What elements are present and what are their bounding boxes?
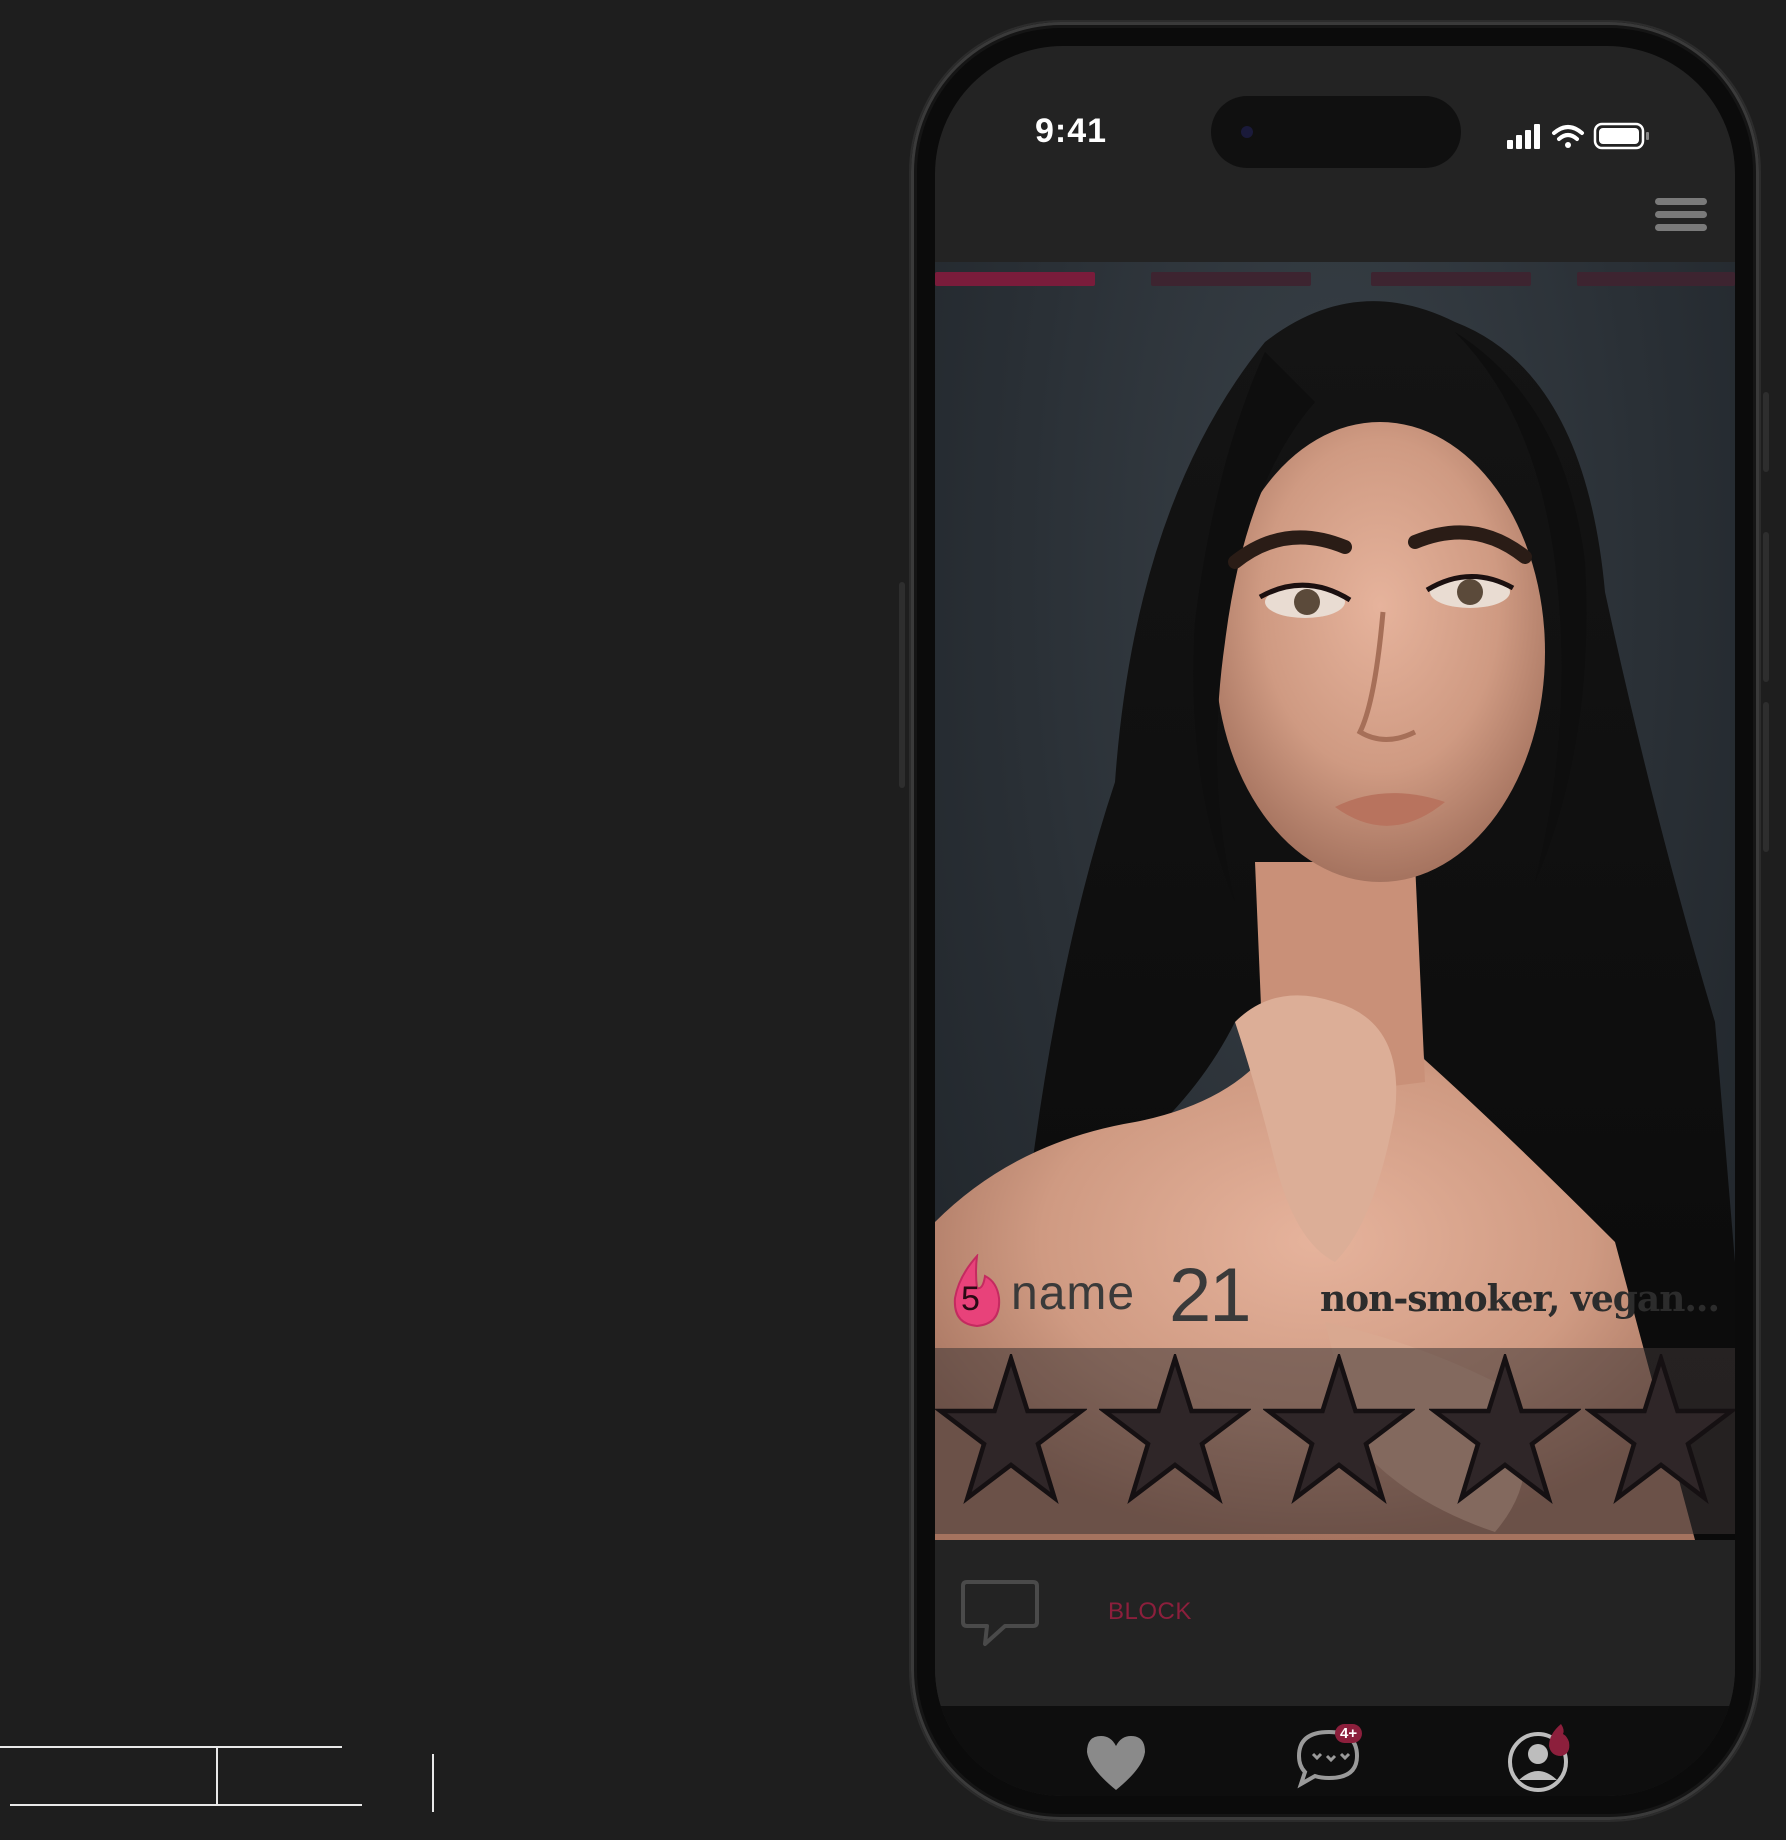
profile-actions: BLOCK xyxy=(935,1542,1735,1704)
star-icon[interactable] xyxy=(1099,1354,1251,1504)
flame-count: 5 xyxy=(961,1280,980,1318)
decorative-line xyxy=(0,1746,342,1748)
flame-icon xyxy=(1549,1724,1570,1756)
profile-photo[interactable]: 5 name 21 non-smoker, vegan... xyxy=(935,262,1735,1540)
status-time: 9:41 xyxy=(1035,112,1108,150)
photo-pager-indicator-active[interactable] xyxy=(935,272,1095,286)
profile-icon xyxy=(1508,1724,1570,1792)
star-icon[interactable] xyxy=(1585,1354,1735,1504)
profile-tags: non-smoker, vegan... xyxy=(1319,1278,1720,1320)
star-icon[interactable] xyxy=(1429,1354,1581,1504)
star-icon[interactable] xyxy=(935,1354,1087,1504)
messages-badge: 4+ xyxy=(1335,1724,1363,1743)
menu-button[interactable] xyxy=(1655,198,1707,238)
profile-tab[interactable] xyxy=(1505,1722,1575,1792)
side-button xyxy=(1763,702,1769,852)
cellular-signal-icon xyxy=(1507,124,1540,149)
chat-bubble-icon[interactable] xyxy=(959,1578,1041,1650)
profile-name: name xyxy=(1011,1267,1136,1320)
phone-frame: 9:41 5 name 21 non-smoker, vegan... BLOC… xyxy=(899,22,1769,1820)
menu-icon xyxy=(1655,198,1707,205)
side-button xyxy=(899,582,905,788)
heart-icon[interactable] xyxy=(1083,1732,1149,1794)
screen: 9:41 5 name 21 non-smoker, vegan... BLOC… xyxy=(935,46,1735,1796)
side-button xyxy=(1763,532,1769,682)
block-button[interactable]: BLOCK xyxy=(1108,1598,1192,1626)
photo-pager-indicator[interactable] xyxy=(1151,272,1311,286)
battery-icon xyxy=(1593,122,1649,150)
star-icon[interactable] xyxy=(1263,1354,1415,1504)
decorative-line xyxy=(432,1754,434,1812)
profile-info-row: 5 name 21 non-smoker, vegan... xyxy=(935,1242,1735,1338)
messages-tab[interactable]: 4+ xyxy=(1295,1724,1365,1792)
profile-age: 21 xyxy=(1169,1253,1252,1338)
side-button xyxy=(1763,392,1769,472)
wifi-icon xyxy=(1552,125,1584,148)
decorative-line xyxy=(10,1804,362,1806)
decorative-line xyxy=(216,1747,218,1805)
tab-bar: 4+ xyxy=(935,1706,1735,1796)
rating-stars xyxy=(935,1348,1735,1534)
status-icons xyxy=(1507,122,1667,157)
photo-pager-indicator[interactable] xyxy=(1371,272,1531,286)
dynamic-island xyxy=(1211,96,1461,168)
photo-pager-indicator[interactable] xyxy=(1577,272,1735,286)
